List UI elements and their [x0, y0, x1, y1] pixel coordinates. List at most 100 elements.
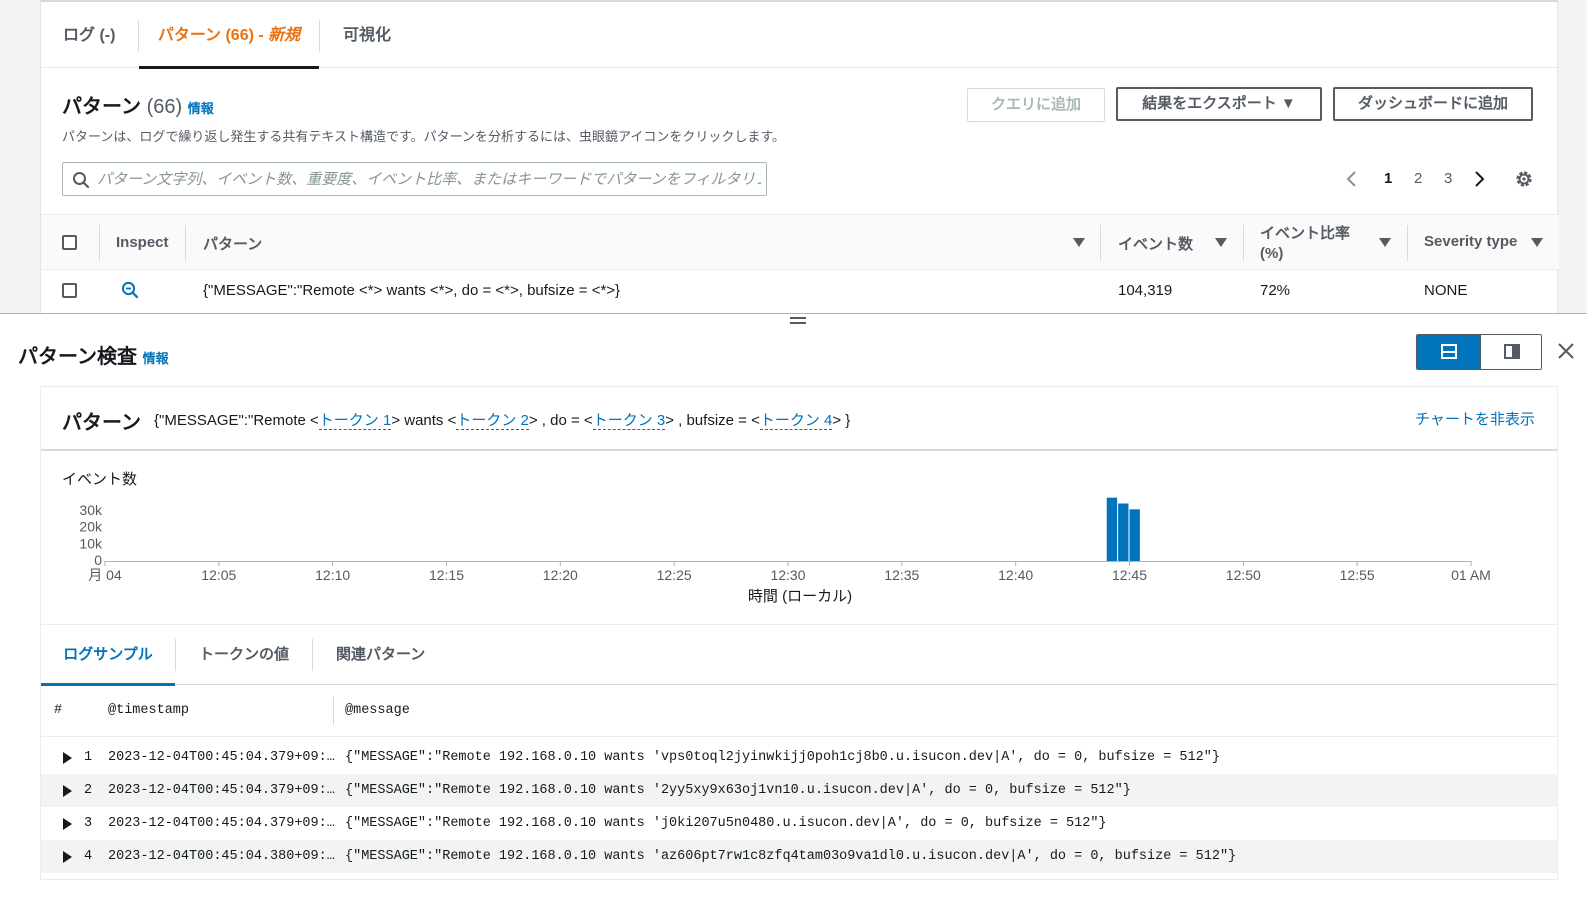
log-row-message: {"MESSAGE":"Remote 192.168.0.10 wants 'a… — [345, 849, 1237, 864]
column-separator — [99, 225, 100, 261]
table-row[interactable]: {"MESSAGE":"Remote <*> wants <*>, do = <… — [41, 270, 1559, 314]
column-separator — [1407, 225, 1408, 261]
tab-logs[interactable]: ログ (-) — [63, 2, 115, 68]
chart-x-tick-label: 12:25 — [657, 567, 692, 583]
column-header-event-count[interactable]: イベント数 — [1118, 233, 1193, 254]
pattern-text: > , do = < — [528, 412, 593, 429]
chart-y-tick-label: 20k — [79, 519, 103, 535]
previous-page-icon[interactable] — [1345, 170, 1357, 192]
expand-row-icon[interactable] — [63, 752, 72, 764]
chart-bar[interactable] — [1118, 503, 1129, 562]
log-row-number: 4 — [84, 849, 93, 864]
chart-x-tick-label: 12:55 — [1340, 567, 1375, 583]
chart-y-axis-label: イベント数 — [62, 471, 137, 488]
page-1-button[interactable]: 1 — [1384, 168, 1392, 190]
column-separator — [1243, 225, 1244, 261]
export-results-button[interactable]: 結果をエクスポート ▼ — [1116, 87, 1322, 121]
chart-x-tick-label: 12:35 — [884, 567, 919, 583]
page-3-button[interactable]: 3 — [1444, 168, 1452, 190]
patterns-heading: パターン (66) 情報 — [62, 90, 214, 119]
hide-chart-link[interactable]: チャートを非表示 — [1415, 408, 1535, 429]
chart-bar[interactable] — [1129, 509, 1140, 561]
tab-log-samples[interactable]: ログサンプル — [41, 625, 175, 686]
chart-x-axis-label: 時間 (ローカル) — [748, 588, 852, 605]
side-panel-view-button[interactable] — [1480, 335, 1541, 369]
inspect-info-link[interactable]: 情報 — [143, 351, 169, 366]
log-row-number: 3 — [84, 816, 93, 831]
column-header-event-ratio[interactable]: イベント比率 — [1260, 222, 1350, 243]
log-column-timestamp[interactable]: @timestamp — [108, 703, 189, 718]
chart-bar[interactable] — [1106, 497, 1118, 561]
add-to-query-button[interactable]: クエリに追加 — [967, 88, 1105, 122]
pattern-text: {"MESSAGE":"Remote < — [154, 412, 319, 429]
patterns-info-link[interactable]: 情報 — [188, 101, 214, 116]
chart-x-tick-label: 01 AM — [1451, 567, 1491, 583]
log-row-timestamp: 2023-12-04T00:45:04.379+09:… — [108, 750, 335, 765]
drag-handle-icon[interactable] — [790, 317, 806, 327]
chart-x-tick-label: 12:05 — [201, 567, 236, 583]
log-column-number: # — [54, 703, 63, 718]
log-column-message[interactable]: @message — [345, 703, 410, 718]
column-header-pattern[interactable]: パターン — [203, 233, 262, 254]
view-layout-toggle — [1416, 334, 1542, 370]
expand-row-icon[interactable] — [63, 851, 72, 863]
table-row[interactable]: 2 2023-12-04T00:45:04.379+09:… {"MESSAGE… — [41, 774, 1557, 807]
chart-x-tick-label: 12:50 — [1226, 567, 1261, 583]
tab-patterns[interactable]: パターン (66) - 新規 — [139, 2, 319, 69]
token-2-link[interactable]: トークン 2 — [456, 412, 529, 430]
patterns-count: (66) — [146, 96, 183, 118]
results-tabs: ログ (-) パターン (66) - 新規 可視化 — [41, 2, 1559, 69]
column-separator — [185, 225, 186, 261]
close-icon[interactable] — [1552, 336, 1576, 366]
patterns-table-header: Inspect パターン イベント数 イベント比率 (%) Severity t… — [41, 214, 1559, 270]
column-header-event-ratio-unit: (%) — [1260, 245, 1284, 262]
table-row[interactable]: 4 2023-12-04T00:45:04.380+09:… {"MESSAGE… — [41, 840, 1557, 873]
table-row[interactable]: 3 2023-12-04T00:45:04.379+09:… {"MESSAGE… — [41, 807, 1557, 840]
inspect-heading: パターン検査 情報 — [18, 340, 169, 369]
event-count-chart: イベント数 0 10k 20k 30k 月 04 12:05 12:10 12:15 12:2… — [41, 453, 1557, 625]
magnifier-inspect-icon[interactable] — [121, 281, 139, 303]
pattern-text: > } — [832, 412, 851, 429]
next-page-icon[interactable] — [1474, 170, 1486, 192]
tab-related-patterns[interactable]: 関連パターン — [336, 625, 425, 685]
tab-token-values[interactable]: トークンの値 — [199, 625, 289, 685]
pattern-text: > wants < — [391, 412, 457, 429]
log-table-header: # @timestamp @message — [41, 685, 1557, 737]
expand-row-icon[interactable] — [63, 785, 72, 797]
pattern-filter-input[interactable] — [97, 167, 761, 191]
panel-splitter[interactable] — [0, 313, 1587, 314]
chart-x-tick-label: 12:10 — [315, 567, 350, 583]
tab-separator — [312, 639, 313, 671]
token-4-link[interactable]: トークン 4 — [759, 412, 833, 430]
settings-gear-icon[interactable] — [1513, 168, 1535, 194]
row-checkbox[interactable] — [62, 283, 77, 298]
patterns-card: ログ (-) パターン (66) - 新規 可視化 パターン (66) 情報 パ… — [40, 0, 1559, 314]
sort-severity-icon[interactable] — [1531, 238, 1543, 247]
pattern-expression: {"MESSAGE":"Remote <トークン 1> wants <トークン … — [154, 409, 850, 430]
inspect-card: パターン {"MESSAGE":"Remote <トークン 1> wants <… — [40, 386, 1558, 880]
tab-patterns-label: パターン (66) - — [157, 27, 269, 44]
bottom-panel-icon — [1441, 344, 1457, 359]
log-row-timestamp: 2023-12-04T00:45:04.379+09:… — [108, 783, 335, 798]
column-header-severity[interactable]: Severity type — [1424, 233, 1517, 250]
page-2-button[interactable]: 2 — [1414, 168, 1422, 190]
tab-visualization[interactable]: 可視化 — [343, 2, 391, 68]
inspect-subtabs: ログサンプル トークンの値 関連パターン — [41, 625, 1557, 686]
chart-svg: イベント数 010k20k30k 月 04 12:05 12:10 12:15 12:2… — [62, 471, 1491, 605]
log-row-timestamp: 2023-12-04T00:45:04.379+09:… — [108, 816, 335, 831]
sort-pattern-icon[interactable] — [1073, 238, 1085, 247]
chart-x-tick-label: 12:20 — [543, 567, 578, 583]
add-to-dashboard-button[interactable]: ダッシュボードに追加 — [1333, 87, 1533, 121]
select-all-checkbox[interactable] — [62, 235, 77, 250]
chart-y-tick-label: 0 — [94, 552, 102, 568]
patterns-description: パターンは、ログで繰り返し発生する共有テキスト構造です。パターンを分析するには、… — [62, 129, 786, 144]
patterns-title: パターン — [62, 96, 141, 118]
expand-row-icon[interactable] — [63, 818, 72, 830]
table-row[interactable]: 1 2023-12-04T00:45:04.379+09:… {"MESSAGE… — [41, 741, 1557, 774]
token-3-link[interactable]: トークン 3 — [592, 412, 666, 430]
sort-event-count-icon[interactable] — [1215, 238, 1227, 247]
row-severity: NONE — [1424, 282, 1468, 299]
token-1-link[interactable]: トークン 1 — [318, 412, 392, 430]
bottom-panel-view-button[interactable] — [1417, 335, 1480, 369]
sort-event-ratio-icon[interactable] — [1379, 238, 1391, 247]
